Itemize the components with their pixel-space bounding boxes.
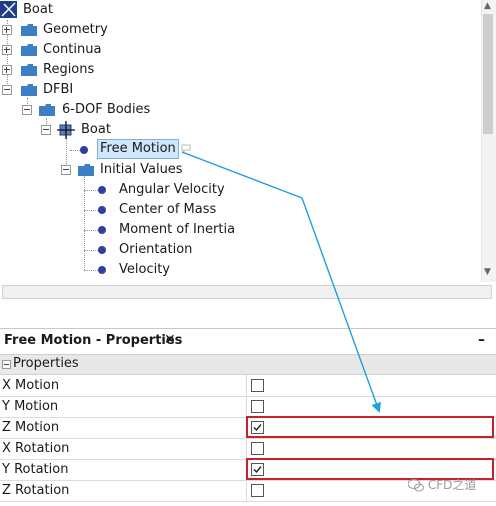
watermark: CFD之道 [407, 476, 477, 493]
wechat-icon [407, 479, 424, 492]
annotation-arrow [181, 151, 381, 413]
watermark-text: CFD之道 [427, 478, 477, 492]
